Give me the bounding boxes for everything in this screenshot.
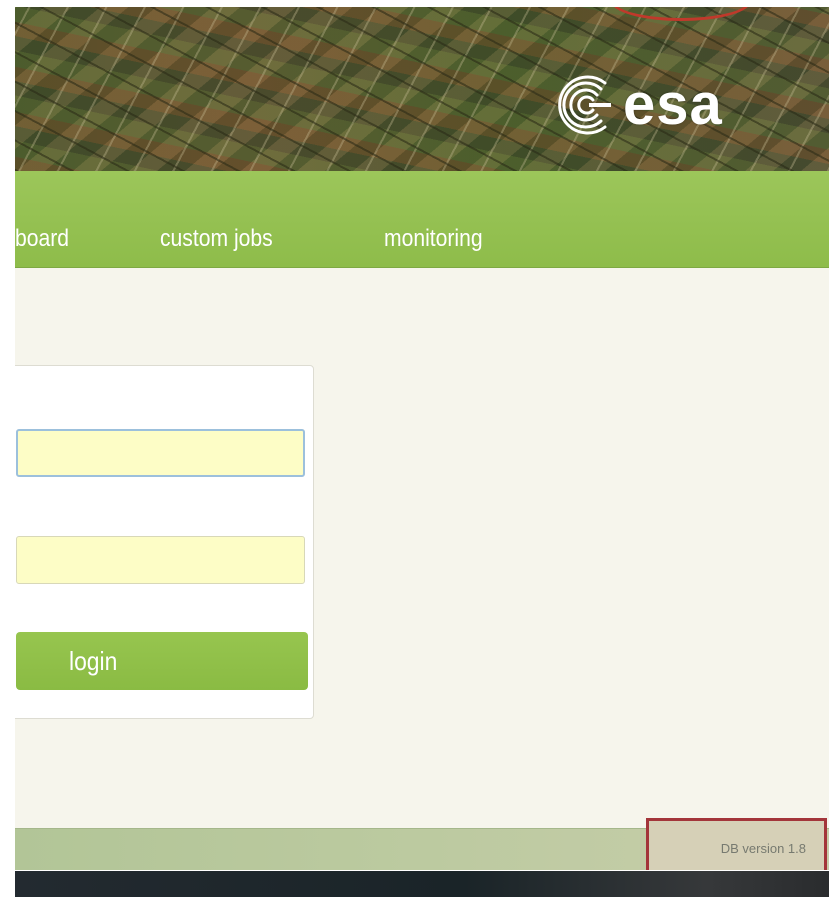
brand-name: esa <box>623 72 723 137</box>
db-version-highlight: DB version 1.8 <box>646 818 827 870</box>
login-button[interactable]: login <box>16 632 308 690</box>
esa-logo[interactable]: esa <box>553 73 783 137</box>
password-input[interactable] <box>16 536 305 584</box>
db-version-label: DB version 1.8 <box>720 841 806 856</box>
esa-logo-icon <box>558 75 611 135</box>
bottom-dark-bar <box>15 871 829 897</box>
username-input[interactable] <box>16 429 305 477</box>
header-banner: esa <box>15 7 829 171</box>
nav-custom-jobs[interactable]: custom jobs <box>160 219 273 259</box>
highlight-ring-decoration <box>611 7 751 21</box>
login-card: login <box>15 365 314 719</box>
login-button-label: login <box>69 645 118 676</box>
nav-monitoring[interactable]: monitoring <box>384 219 483 259</box>
nav-dashboard[interactable]: board <box>15 219 69 259</box>
main-nav: board custom jobs monitoring <box>15 171 829 268</box>
app-viewport: esa board custom jobs monitoring login D… <box>15 7 829 870</box>
